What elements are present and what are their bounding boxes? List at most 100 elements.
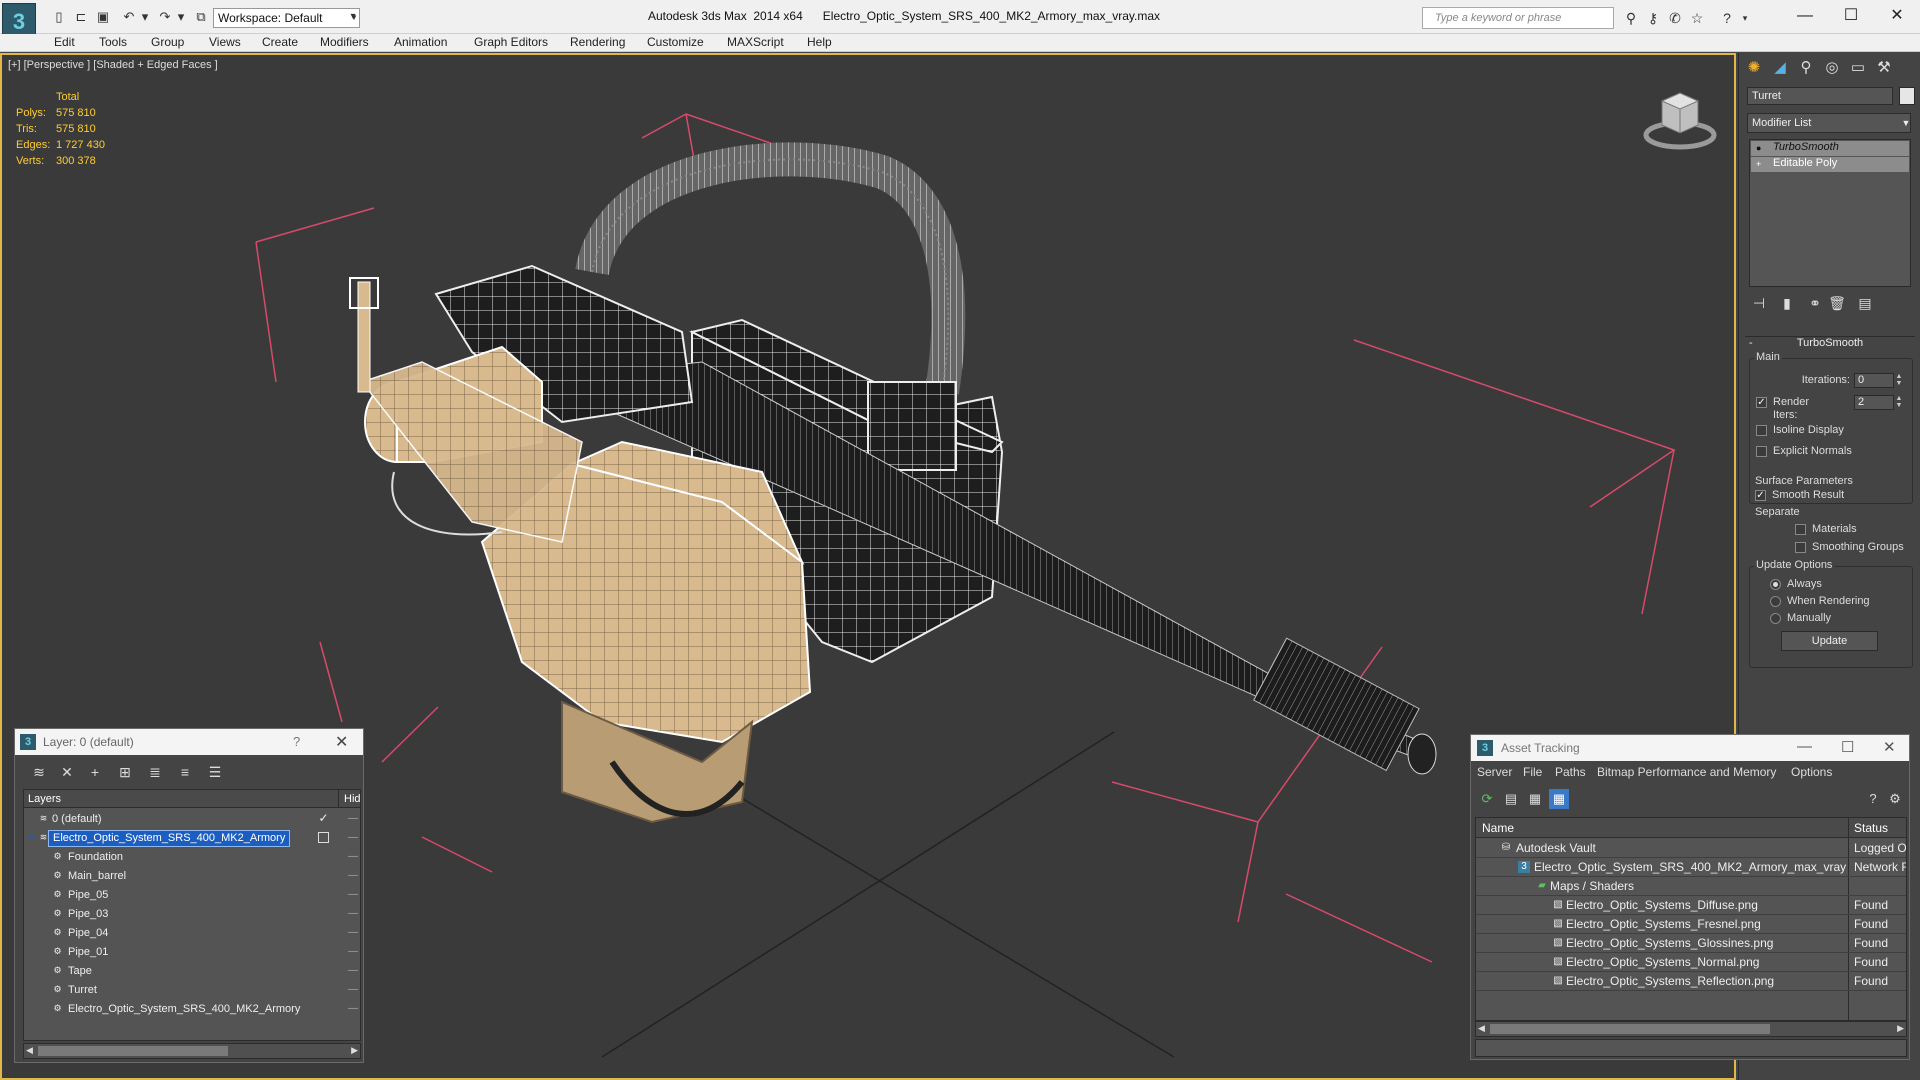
table-row[interactable]: ▧ Electro_Optic_Systems_Reflection.png F… [1476,972,1906,991]
help-icon[interactable]: ? [1718,9,1736,27]
workspace-menu-icon[interactable]: ▾ [344,9,362,25]
list-view-icon[interactable]: ▤ [1501,789,1521,809]
undo-dropdown-icon[interactable]: ▾ [136,9,154,25]
layer-list[interactable]: Layers Hid ≋ 0 (default) ✓ — ▾ ≋ Electro… [23,789,361,1041]
scroll-left-icon[interactable]: ◀ [26,1045,33,1056]
horizontal-scrollbar[interactable]: ◀ ▶ [1475,1021,1907,1037]
layer-object-row[interactable]: ⚙ Electro_Optic_System_SRS_400_MK2_Armory… [24,1000,360,1019]
refresh-icon[interactable]: ⟳ [1477,789,1497,809]
stack-item-editable-poly[interactable]: + Editable Poly [1751,157,1909,172]
scroll-right-icon[interactable]: ▶ [1897,1023,1904,1034]
project-folder-icon[interactable]: ⧉ [192,9,210,25]
render-iters-checkbox[interactable]: ✓ Render Iters: [1756,396,1836,421]
menu-options[interactable]: Options [1791,765,1832,779]
layer-row-default[interactable]: ≋ 0 (default) ✓ — [24,810,360,829]
hide-all-layers-icon[interactable]: ≡ [175,762,195,782]
menu-help[interactable]: Help [807,35,832,49]
column-name[interactable]: Name [1482,821,1514,835]
make-unique-icon[interactable]: ⚭ [1805,293,1825,313]
minimize-button[interactable]: — [1782,4,1828,28]
freeze-all-layers-icon[interactable]: ☰ [205,762,225,782]
explicit-normals-checkbox[interactable]: Explicit Normals [1756,445,1852,459]
object-name-field[interactable]: Turret [1747,87,1893,105]
hide-toggle[interactable]: — [348,870,358,881]
workspace-dropdown[interactable]: Workspace: Default [213,8,360,28]
table-row[interactable]: ▧ Electro_Optic_Systems_Diffuse.png Foun… [1476,896,1906,915]
modifier-list-dropdown[interactable]: Modifier List ▼ [1747,113,1911,133]
hide-toggle[interactable]: — [348,965,358,976]
menu-group[interactable]: Group [151,35,184,49]
layer-object-row[interactable]: ⚙ Pipe_01— [24,943,360,962]
layer-row-selected[interactable]: ▾ ≋ Electro_Optic_System_SRS_400_MK2_Arm… [24,829,360,848]
table-row[interactable]: ⛁ Autodesk Vault Logged O [1476,839,1906,858]
viewport-label[interactable]: [+] [Perspective ] [Shaded + Edged Faces… [8,59,218,71]
menu-customize[interactable]: Customize [647,35,704,49]
hide-toggle[interactable]: — [348,889,358,900]
select-in-layer-icon[interactable]: ⊞ [115,762,135,782]
manually-radio[interactable]: Manually [1770,612,1831,626]
hide-toggle[interactable]: — [348,1003,358,1014]
table-row[interactable]: 3 Electro_Optic_System_SRS_400_MK2_Armor… [1476,858,1906,877]
materials-checkbox[interactable]: Materials [1795,523,1857,537]
checkbox-checked-icon[interactable]: ✓ [1756,397,1767,408]
menu-rendering[interactable]: Rendering [570,35,625,49]
scrollbar-thumb[interactable] [38,1046,228,1056]
menu-tools[interactable]: Tools [99,35,127,49]
search-input[interactable]: Type a keyword or phrase [1422,7,1614,29]
menu-maxscript[interactable]: MAXScript [727,35,784,49]
show-end-result-icon[interactable]: ▮ [1777,293,1797,313]
menu-file[interactable]: File [1523,765,1542,779]
spinner-arrows-icon[interactable]: ▲ ▼ [1894,395,1904,410]
table-row[interactable]: ▧ Electro_Optic_Systems_Normal.png Found [1476,953,1906,972]
chevron-down-icon[interactable]: ▼ [1900,114,1912,132]
tree-view-icon[interactable]: ▦ [1525,789,1545,809]
create-layer-icon[interactable]: ≋ [29,762,49,782]
scrollbar-thumb[interactable] [1490,1024,1770,1034]
settings-icon[interactable]: ⚙ [1885,789,1905,809]
layer-object-row[interactable]: ⚙ Main_barrel — [24,867,360,886]
favorites-star-icon[interactable]: ☆ [1688,9,1706,27]
utilities-tab-icon[interactable]: ⚒ [1873,57,1895,79]
smoothing-groups-checkbox[interactable]: Smoothing Groups [1795,541,1904,555]
save-file-icon[interactable]: ▣ [94,9,112,25]
new-file-icon[interactable]: ▯ [50,9,68,25]
minimize-button[interactable]: — [1797,738,1812,755]
help-button[interactable]: ? [293,734,300,749]
table-row[interactable]: ▰ Maps / Shaders [1476,877,1906,896]
display-tab-icon[interactable]: ▭ [1847,57,1869,79]
menu-server[interactable]: Server [1477,765,1512,779]
key-icon[interactable]: ⚷ [1644,9,1662,27]
layer-object-row[interactable]: ⚙ Turret — [24,981,360,1000]
scroll-left-icon[interactable]: ◀ [1478,1023,1485,1034]
scroll-right-icon[interactable]: ▶ [351,1045,358,1056]
close-button[interactable]: ✕ [335,732,348,752]
modifier-stack[interactable]: ● TurboSmooth + Editable Poly [1749,139,1911,287]
render-iters-spinner[interactable]: 2 [1854,395,1894,410]
update-button[interactable]: Update [1781,631,1878,651]
collapse-minus-icon[interactable]: - [1749,337,1753,349]
maximize-button[interactable]: ☐ [1828,4,1874,28]
turbosmooth-rollout-header[interactable]: - TurboSmooth [1745,336,1915,352]
hierarchy-tab-icon[interactable]: ⚲ [1795,57,1817,79]
table-row[interactable]: ▧ Electro_Optic_Systems_Glossines.png Fo… [1476,934,1906,953]
stack-item-turbosmooth[interactable]: ● TurboSmooth [1751,141,1909,156]
layer-object-row[interactable]: ⚙ Pipe_05— [24,886,360,905]
spinner-arrows-icon[interactable]: ▲ ▼ [1894,373,1904,388]
menu-edit[interactable]: Edit [54,35,75,49]
create-tab-icon[interactable]: ✺ [1743,57,1765,79]
asset-window-titlebar[interactable]: 3 Asset Tracking — ☐ ✕ [1471,735,1909,761]
open-file-icon[interactable]: ⊏ [72,9,90,25]
delete-layer-icon[interactable]: ✕ [57,762,77,782]
table-view-icon[interactable]: ▦ [1549,789,1569,809]
binoculars-icon[interactable]: ⚲ [1622,9,1640,27]
menu-animation[interactable]: Animation [394,35,447,49]
isoline-display-checkbox[interactable]: Isoline Display [1756,424,1844,438]
motion-tab-icon[interactable]: ◎ [1821,57,1843,79]
asset-path-field[interactable] [1475,1039,1907,1057]
pin-stack-icon[interactable]: ⊣ [1749,293,1769,313]
redo-dropdown-icon[interactable]: ▾ [172,9,190,25]
expand-plus-icon[interactable]: + [1756,159,1766,169]
layer-object-row[interactable]: ⚙ Foundation — [24,848,360,867]
layer-object-row[interactable]: ⚙ Pipe_04— [24,924,360,943]
object-color-swatch[interactable] [1899,87,1915,105]
